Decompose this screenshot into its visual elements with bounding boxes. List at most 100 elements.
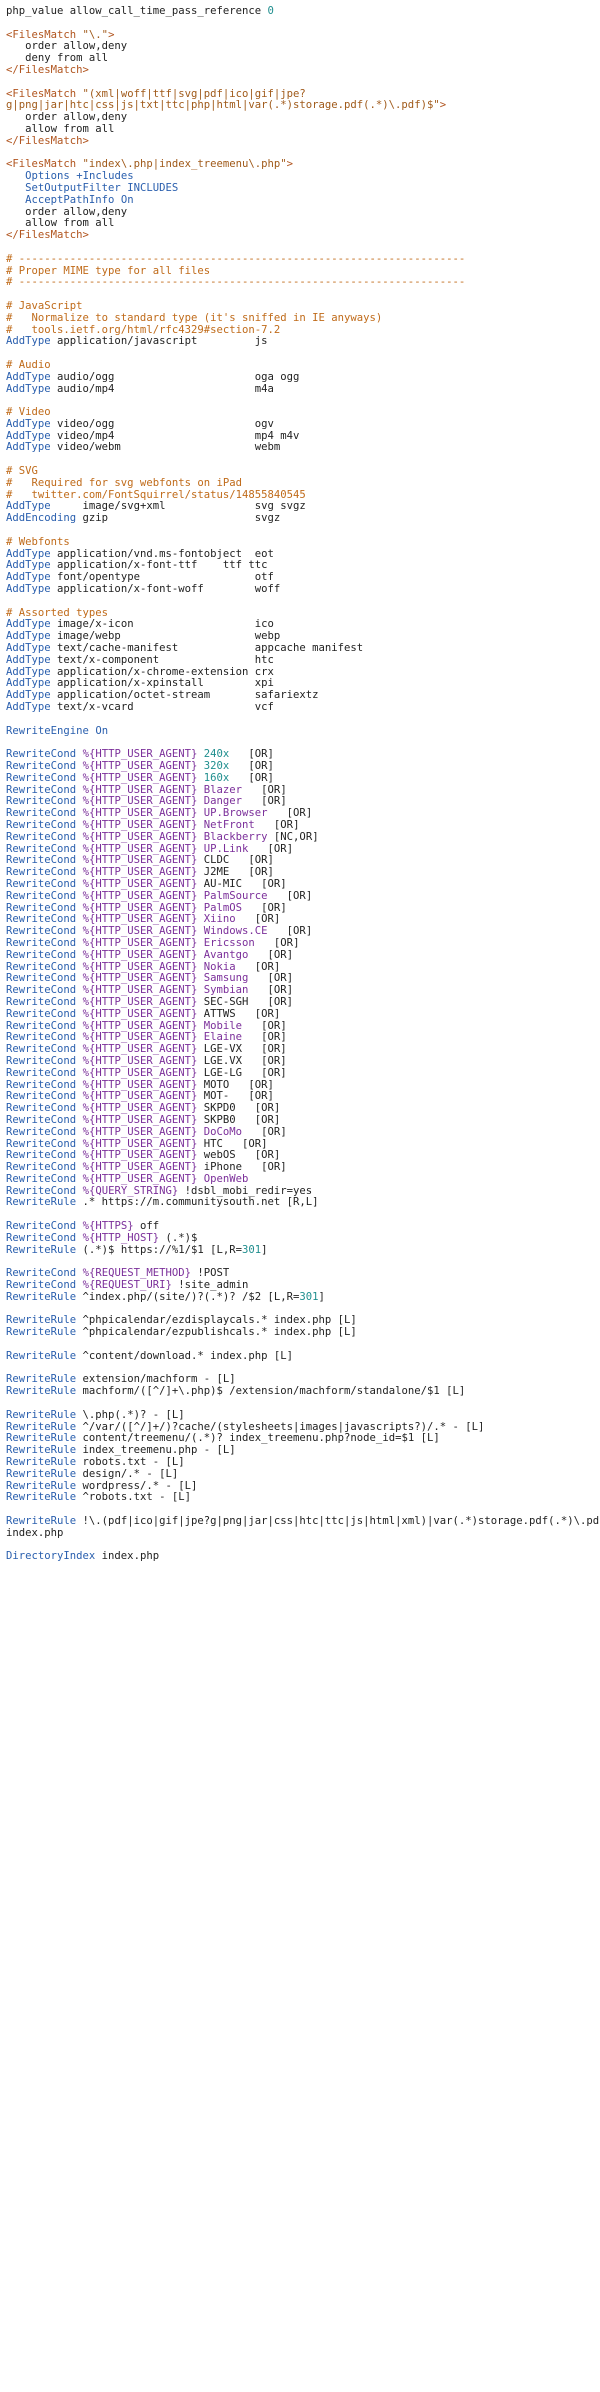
code-token-text: ^index.php/(site/)?(.*)? /$2 [L,R= xyxy=(76,1290,300,1303)
code-token-text: allow from all xyxy=(6,217,115,230)
code-token-text: audio/ogg oga ogg xyxy=(50,370,300,383)
code-token-var: %{HTTP_USER_AGENT} xyxy=(82,889,198,902)
code-token-text: [OR] xyxy=(242,1031,287,1044)
code-token-keyword: RewriteRule xyxy=(6,1290,77,1303)
code-token-keyword: AddType xyxy=(6,547,51,560)
code-token-keyword: RewriteCond xyxy=(6,760,77,772)
code-token-keyword: RewriteCond xyxy=(6,1149,77,1162)
code-token-keyword: RewriteCond xyxy=(6,1102,77,1115)
code-token-keyword: RewriteCond xyxy=(6,771,77,784)
code-token-tag: </FilesMatch> xyxy=(6,229,89,242)
code-token-text: webOS [OR] xyxy=(197,1149,281,1162)
code-token-keyword: RewriteCond xyxy=(6,854,77,867)
code-token-text: application/x-font-ttf ttf ttc xyxy=(50,559,268,572)
code-token-text: font/opentype otf xyxy=(50,571,274,584)
code-line: </FilesMatch> xyxy=(6,63,600,77)
code-token-var: %{HTTP_USER_AGENT} xyxy=(82,795,198,808)
code-token-text: image/webp webp xyxy=(50,630,281,643)
code-token-keyword: RewriteCond xyxy=(6,1279,77,1292)
code-token-tag: > xyxy=(286,158,294,171)
code-token-string: "\." xyxy=(82,28,109,41)
code-token-keyword: RewriteCond xyxy=(6,1184,77,1197)
code-token-keyword: RewriteRule xyxy=(6,1456,77,1469)
code-token-keyword: RewriteCond xyxy=(6,1137,77,1150)
code-token-text: audio/mp4 m4a xyxy=(50,382,274,395)
code-token-keyword: RewriteRule xyxy=(6,1479,77,1492)
code-token-var: %{QUERY_STRING} xyxy=(82,1184,179,1197)
code-token-var: %{HTTP_USER_AGENT} xyxy=(82,1066,198,1079)
code-line: AddType application/javascript js xyxy=(6,335,600,348)
code-token-comment: # Proper MIME type for all files xyxy=(6,264,211,277)
code-token-constant: Windows.CE xyxy=(203,925,268,938)
code-token-var: %{HTTP_USER_AGENT} xyxy=(82,1054,198,1067)
code-token-text: machform/([^/]+\.php)$ /extension/machfo… xyxy=(76,1385,466,1398)
code-token-text: deny from all xyxy=(6,52,109,65)
code-token-var: %{HTTP_USER_AGENT} xyxy=(82,760,198,772)
code-token-text: AU-MIC [OR] xyxy=(197,877,287,890)
code-token-tag: </FilesMatch> xyxy=(6,63,89,76)
code-token-var: %{HTTP_USER_AGENT} xyxy=(82,1149,198,1162)
code-token-keyword: AddType xyxy=(6,701,51,714)
code-line: </FilesMatch> xyxy=(6,135,600,148)
code-line: # --------------------------------------… xyxy=(6,276,600,289)
code-token-var: %{HTTP_USER_AGENT} xyxy=(82,1125,198,1138)
code-token-text: allow from all xyxy=(6,122,115,135)
code-token-keyword: +Includes xyxy=(76,170,134,183)
code-token-text: SEC-SGH [OR] xyxy=(197,995,294,1008)
code-token-number: 320x xyxy=(203,760,230,772)
code-token-text: [OR] xyxy=(248,984,294,997)
code-token-string: "(xml|woff|ttf|svg|pdf|ico|gif|jpe? xyxy=(82,87,306,100)
code-token-keyword: DirectoryIndex xyxy=(6,1550,96,1563)
code-token-keyword: RewriteRule xyxy=(6,1314,77,1327)
code-token-keyword: AddType xyxy=(6,370,51,383)
code-token-var: %{HTTP_USER_AGENT} xyxy=(82,854,198,867)
code-token-text: ATTWS [OR] xyxy=(197,1007,281,1020)
code-token-var: %{HTTP_USER_AGENT} xyxy=(82,1019,198,1032)
code-token-keyword: RewriteEngine xyxy=(6,724,89,737)
code-token-var: %{HTTP_USER_AGENT} xyxy=(82,830,198,843)
code-token-constant: Xiino xyxy=(203,913,236,926)
code-token-text: application/x-chrome-extension crx xyxy=(50,665,274,678)
code-token-constant: Elaine xyxy=(203,1031,243,1044)
code-token-comment: # --------------------------------------… xyxy=(6,276,466,289)
code-token-constant: UP.Browser xyxy=(203,807,268,820)
code-token-text: LGE-VX [OR] xyxy=(197,1043,287,1056)
code-token-keyword: AddType xyxy=(6,335,51,348)
code-token-var: %{HTTP_USER_AGENT} xyxy=(82,984,198,997)
code-token-text: ^phpicalendar/ezpublishcals.* index.php … xyxy=(76,1326,357,1339)
code-token-keyword: Options xyxy=(25,170,70,183)
code-token-keyword: RewriteCond xyxy=(6,1231,77,1244)
code-line: RewriteRule (.*)$ https://%1/$1 [L,R=301… xyxy=(6,1243,600,1257)
code-token-text: (.*)$ https://%1/$1 [L,R= xyxy=(76,1243,242,1256)
code-token-var: %{REQUEST_URI} xyxy=(82,1279,172,1292)
code-token-var: %{HTTP_USER_AGENT} xyxy=(82,1161,198,1174)
code-token-keyword: RewriteCond xyxy=(6,1220,77,1233)
code-token-var: %{HTTP_USER_AGENT} xyxy=(82,1102,198,1115)
code-token-text: .* https://m.communitysouth.net [R,L] xyxy=(76,1196,319,1209)
code-token-text: iPhone [OR] xyxy=(197,1161,287,1174)
code-token-keyword: RewriteCond xyxy=(6,889,77,902)
code-token-text: !site_admin xyxy=(171,1279,249,1292)
code-token-var: %{HTTP_USER_AGENT} xyxy=(82,913,198,926)
code-token-text: text/x-vcard vcf xyxy=(50,701,274,714)
code-token-text: J2ME [OR] xyxy=(197,866,274,879)
code-token-comment: # Audio xyxy=(6,358,51,371)
code-line: RewriteRule ^index.php/(site/)?(.*)? /$2… xyxy=(6,1290,600,1304)
code-token-number: 0 xyxy=(267,5,274,17)
code-token-keyword: AddType xyxy=(6,583,51,596)
code-token-text: application/javascript js xyxy=(50,335,268,348)
code-token-keyword: RewriteCond xyxy=(6,984,77,997)
code-token-constant: Samsung xyxy=(203,972,249,985)
code-token-keyword: RewriteCond xyxy=(6,1090,77,1103)
code-viewer: php_value allow_call_time_pass_reference… xyxy=(0,0,600,1563)
code-token-text: robots.txt - [L] xyxy=(76,1456,185,1469)
code-token-constant: Mobile xyxy=(203,1019,243,1032)
code-token-number: 160x xyxy=(203,771,230,784)
code-token-string: "index\.php|index_treemenu\.php" xyxy=(82,158,287,171)
code-token-keyword: RewriteCond xyxy=(6,783,77,796)
code-token-var: %{HTTP_USER_AGENT} xyxy=(82,1137,198,1150)
